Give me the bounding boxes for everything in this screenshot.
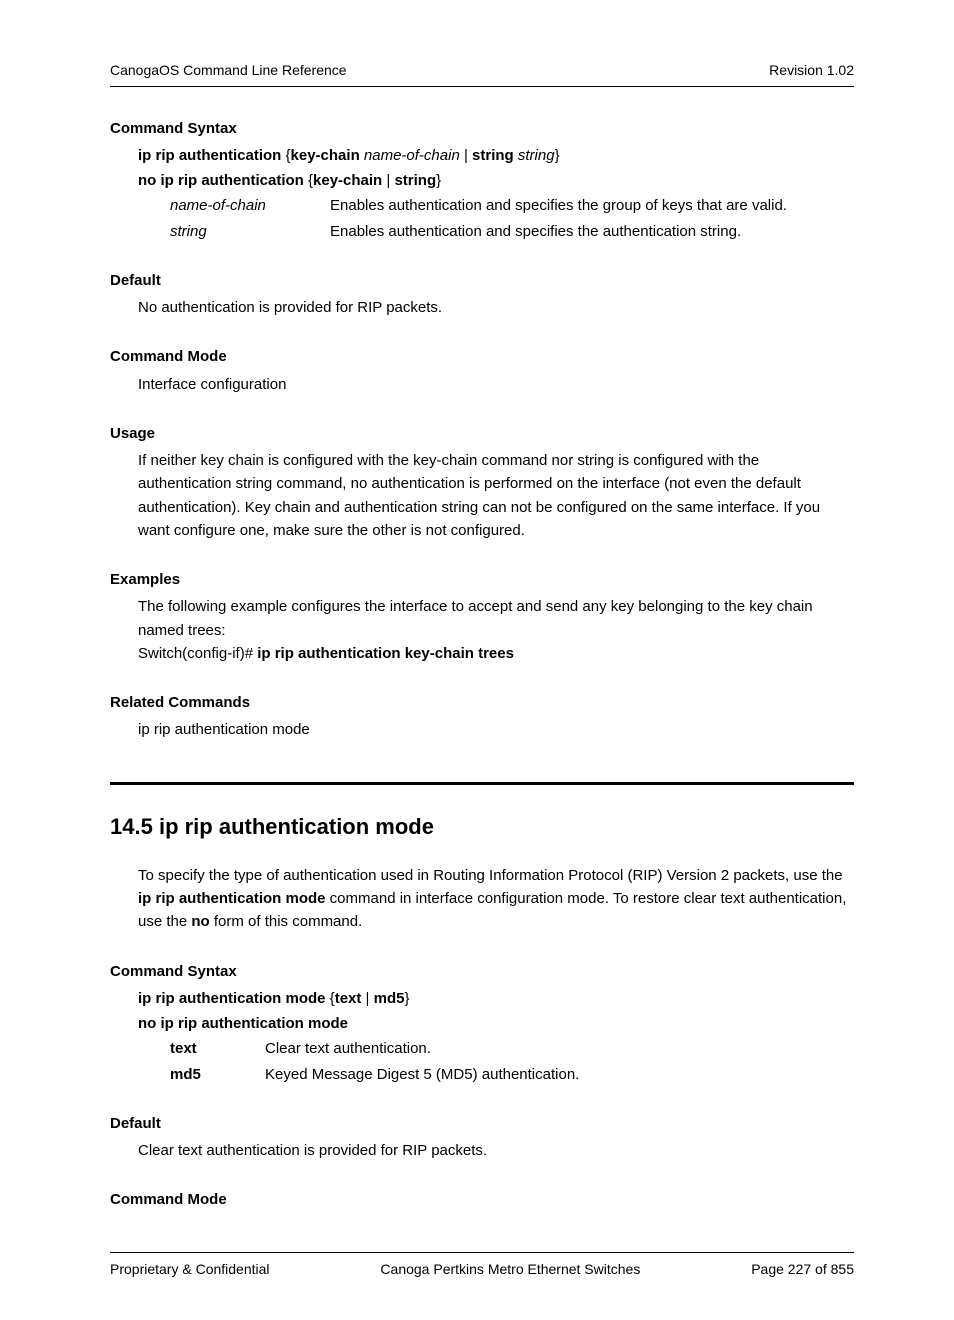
heading-command-syntax: Command Syntax	[110, 117, 854, 140]
syntax-kw: text	[335, 990, 362, 1007]
syntax-text: {	[281, 147, 290, 164]
footer-left: Proprietary & Confidential	[110, 1259, 270, 1281]
syntax-text: |	[382, 172, 394, 189]
title-text: ip rip authentication mode	[159, 814, 434, 839]
param-row: md5 Keyed Message Digest 5 (MD5) authent…	[170, 1063, 854, 1086]
intro-no: no	[191, 913, 209, 930]
syntax-kw: key-chain	[313, 172, 382, 189]
syntax-text: }	[555, 147, 560, 164]
syntax-text: |	[361, 990, 373, 1007]
heading-related-commands: Related Commands	[110, 691, 854, 714]
syntax-kw: key-chain	[291, 147, 360, 164]
heading-default-2: Default	[110, 1112, 854, 1135]
param-desc: Clear text authentication.	[265, 1037, 431, 1060]
footer-center: Canoga Pertkins Metro Ethernet Switches	[380, 1259, 640, 1281]
heading-command-mode-2: Command Mode	[110, 1188, 854, 1211]
syntax-text: }	[436, 172, 441, 189]
param-row: name-of-chain Enables authentication and…	[170, 194, 854, 217]
examples-command: Switch(config-if)# ip rip authentication…	[138, 642, 854, 665]
mode-text: Interface configuration	[138, 373, 854, 396]
cmd-prompt: Switch(config-if)#	[138, 645, 257, 662]
default-text: No authentication is provided for RIP pa…	[138, 296, 854, 319]
heading-examples: Examples	[110, 568, 854, 591]
page-header: CanogaOS Command Line Reference Revision…	[110, 60, 854, 87]
page-footer: Proprietary & Confidential Canoga Pertki…	[110, 1252, 854, 1281]
syntax-text: {	[326, 990, 335, 1007]
syntax-line-1: ip rip authentication {key-chain name-of…	[138, 144, 854, 167]
intro-text: form of this command.	[210, 913, 363, 930]
param-name: md5	[170, 1063, 265, 1086]
syntax-kw: md5	[374, 990, 405, 1007]
syntax-kw: no ip rip authentication	[138, 172, 304, 189]
intro-text: To specify the type of authentication us…	[138, 867, 843, 884]
title-number: 14.5	[110, 814, 153, 839]
syntax-text: |	[460, 147, 472, 164]
heading-command-mode: Command Mode	[110, 345, 854, 368]
default-text-2: Clear text authentication is provided fo…	[138, 1139, 854, 1162]
section-divider	[110, 782, 854, 785]
section-title: 14.5 ip rip authentication mode	[110, 810, 854, 844]
intro-cmd: ip rip authentication mode	[138, 890, 326, 907]
param-name: string	[170, 220, 330, 243]
param-desc: Enables authentication and specifies the…	[330, 220, 741, 243]
syntax-kw: ip rip authentication mode	[138, 990, 326, 1007]
param-desc: Keyed Message Digest 5 (MD5) authenticat…	[265, 1063, 579, 1086]
footer-right: Page 227 of 855	[751, 1259, 854, 1281]
param-name: text	[170, 1037, 265, 1060]
usage-text: If neither key chain is configured with …	[138, 449, 854, 542]
syntax-param: name-of-chain	[360, 147, 460, 164]
syntax-kw: string	[394, 172, 436, 189]
header-left: CanogaOS Command Line Reference	[110, 60, 347, 82]
syntax-text: }	[404, 990, 409, 1007]
syntax-kw: ip rip authentication	[138, 147, 281, 164]
related-text: ip rip authentication mode	[138, 718, 854, 741]
param-row: string Enables authentication and specif…	[170, 220, 854, 243]
param-row: text Clear text authentication.	[170, 1037, 854, 1060]
heading-usage: Usage	[110, 422, 854, 445]
syntax-text: {	[304, 172, 313, 189]
syntax-line-3: ip rip authentication mode {text | md5}	[138, 987, 854, 1010]
cmd-bold: ip rip authentication key-chain trees	[257, 645, 514, 662]
param-desc: Enables authentication and specifies the…	[330, 194, 787, 217]
header-right: Revision 1.02	[769, 60, 854, 82]
heading-command-syntax-2: Command Syntax	[110, 960, 854, 983]
param-name: name-of-chain	[170, 194, 330, 217]
syntax-kw: string	[472, 147, 514, 164]
examples-intro: The following example configures the int…	[138, 595, 854, 642]
syntax-param: string	[514, 147, 555, 164]
syntax-line-2: no ip rip authentication {key-chain | st…	[138, 169, 854, 192]
heading-default: Default	[110, 269, 854, 292]
intro-paragraph: To specify the type of authentication us…	[138, 864, 854, 934]
syntax-line-4: no ip rip authentication mode	[138, 1012, 854, 1035]
